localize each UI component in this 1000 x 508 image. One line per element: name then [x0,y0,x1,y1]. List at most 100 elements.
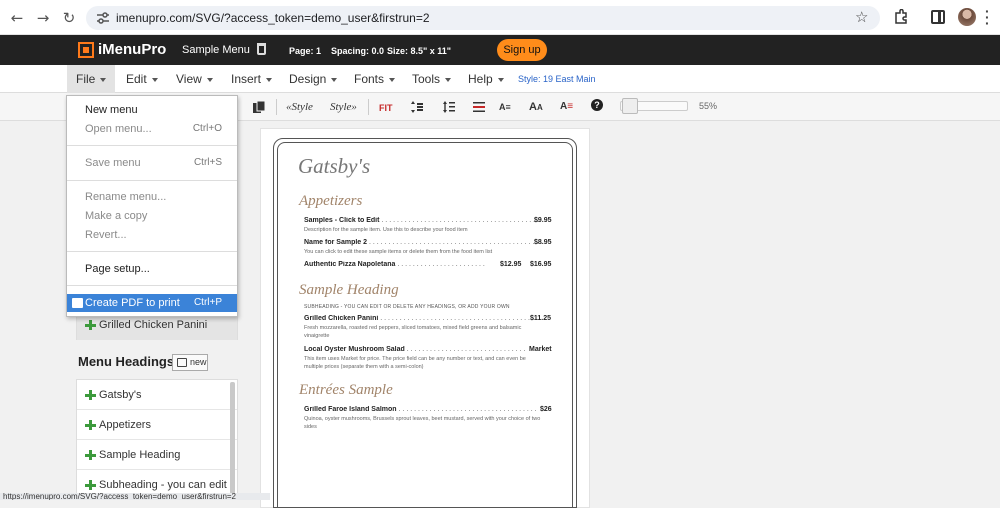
menu-design[interactable]: Design [280,65,346,93]
menu-title[interactable]: Gatsby's [298,154,370,179]
zoom-slider-thumb[interactable] [622,98,638,114]
chevron-down-icon [100,77,107,82]
menu-item-rename-menu[interactable]: Rename menu... [67,188,237,206]
menu-item-price[interactable]: $26 [540,406,552,413]
menu-tools-label: Tools [412,72,441,86]
menu-heading[interactable]: Appetizers [299,193,362,210]
url-text: imenupro.com/SVG/?access_token=demo_user… [116,11,430,25]
font-color-icon[interactable]: A≡ [560,100,573,114]
menu-item-save-menu[interactable]: Save menu Ctrl+S [67,154,237,172]
spacing-indicator: Spacing: 0.0 [331,46,385,56]
next-style-button[interactable]: Style» [330,100,357,114]
address-bar[interactable]: imenupro.com/SVG/?access_token=demo_user… [86,6,880,30]
menu-edit[interactable]: Edit [117,65,167,93]
menu-item-revert[interactable]: Revert... [67,226,237,244]
chevron-down-icon [497,77,504,82]
menu-fonts[interactable]: Fonts [345,65,404,93]
size-indicator: Size: 8.5" x 11" [387,46,452,56]
list-item[interactable]: Appetizers [77,410,237,440]
extensions-icon[interactable] [893,9,909,25]
add-plus-icon[interactable] [84,390,96,401]
imenupro-logo-icon [78,42,94,58]
trash-icon[interactable] [257,43,266,55]
bookmark-star-icon[interactable]: ☆ [855,9,871,25]
menu-item-description[interactable]: This item uses Market for price. The pri… [304,355,544,371]
menu-item-description[interactable]: Fresh mozzarella, roasted red peppers, s… [304,324,544,340]
menu-item-label: Create PDF to print [85,297,180,309]
menu-divider [67,180,237,181]
menu-view[interactable]: View [167,65,222,93]
font-size-icon[interactable]: AA [529,100,543,115]
list-spacing-icon[interactable] [410,100,424,114]
menu-item-price[interactable]: $12.95 [500,261,521,268]
divider-line-icon[interactable] [472,100,486,114]
menu-item-name[interactable]: Grilled Faroe Island Salmon . . . . . . … [304,406,536,413]
url-path: /SVG/?access_token=demo_user&firstrun=2 [192,11,430,25]
reload-icon[interactable]: ↻ [60,9,78,27]
menu-item-name[interactable]: Samples - Click to Edit . . . . . . . . … [304,217,553,224]
menu-item-description[interactable]: Quinoa, oyster mushrooms, Brussels sprou… [304,415,544,431]
profile-avatar[interactable] [958,8,976,26]
menu-subheading[interactable]: SUBHEADING - YOU CAN EDIT OR DELETE ANY … [304,304,510,310]
menu-file-label: File [76,72,96,86]
menu-heading[interactable]: Entrées Sample [299,382,393,399]
menu-item-name[interactable]: Grilled Chicken Panini . . . . . . . . .… [304,315,553,322]
menu-item-price[interactable]: Market [529,346,552,353]
menu-item-price[interactable]: $9.95 [534,217,552,224]
menu-heading[interactable]: Sample Heading [299,282,399,299]
list-item[interactable]: Sample Heading [77,440,237,470]
menu-file[interactable]: File [67,65,116,93]
fit-button[interactable]: FIT [379,101,393,115]
menu-insert[interactable]: Insert [222,65,281,93]
status-bar-url: https://imenupro.com/SVG/?access_token=d… [0,493,270,500]
add-plus-icon[interactable] [84,480,96,491]
forward-icon[interactable]: → [34,9,52,27]
menu-item-price[interactable]: $11.25 [530,315,551,322]
app-logo-text: iMenuPro [98,41,167,58]
new-heading-button[interactable]: new [172,354,208,371]
menu-item-description[interactable]: You can click to edit these sample items… [304,248,544,256]
menu-item-price-2[interactable]: $16.95 [530,261,551,268]
add-plus-icon[interactable] [84,320,96,331]
add-plus-icon[interactable] [84,420,96,431]
signup-button[interactable]: Sign up [497,39,547,61]
chevron-down-icon [266,77,273,82]
menu-item-open-menu[interactable]: Open menu... Ctrl+O [67,120,237,138]
menu-item-new-menu[interactable]: New menu [67,101,237,119]
menu-item-description[interactable]: Description for the sample item. Use thi… [304,226,544,234]
menu-item-page-setup[interactable]: Page setup... [67,260,237,278]
menu-tools[interactable]: Tools [403,65,460,93]
menu-item-name[interactable]: Name for Sample 2 . . . . . . . . . . . … [304,239,553,246]
add-plus-icon[interactable] [84,450,96,461]
shortcut-label: Ctrl+S [193,157,222,168]
help-icon[interactable]: ? [591,99,603,111]
browser-toolbar: ← → ↻ imenupro.com/SVG/?access_token=dem… [0,0,1000,35]
text-align-icon[interactable]: A≡ [499,100,511,114]
menu-item-name-text: Authentic Pizza Napoletana [304,261,396,268]
heading-label: Gatsby's [99,389,142,401]
menu-item-name-text: Samples - Click to Edit [304,217,380,224]
chevron-down-icon [445,77,452,82]
menu-item-price[interactable]: $8.95 [534,239,552,246]
menu-help[interactable]: Help [459,65,513,93]
menu-item-create-pdf[interactable]: Create PDF to print Ctrl+P [67,294,237,312]
menu-name[interactable]: Sample Menu [182,44,250,56]
headings-scrollbar[interactable] [230,382,235,494]
chevron-down-icon [331,77,338,82]
site-settings-icon[interactable] [95,10,111,26]
heading-label: Sample Heading [99,449,181,461]
copy-icon[interactable] [252,100,266,114]
menu-item-make-copy[interactable]: Make a copy [67,207,237,225]
browser-menu-icon[interactable]: · · · [985,4,991,30]
side-panel-icon[interactable] [931,10,945,24]
menu-divider [67,285,237,286]
menu-item-name[interactable]: Authentic Pizza Napoletana . . . . . . .… [304,261,500,268]
toolbar-divider [368,99,369,115]
menu-item-label: Rename menu... [85,191,167,203]
list-item[interactable]: Gatsby's [77,380,237,410]
style-link[interactable]: Style: 19 East Main [518,74,596,84]
previous-style-button[interactable]: «Style [286,100,313,114]
line-spacing-icon[interactable] [442,100,456,114]
menu-item-name[interactable]: Local Oyster Mushroom Salad . . . . . . … [304,346,526,353]
back-icon[interactable]: ← [8,9,26,27]
